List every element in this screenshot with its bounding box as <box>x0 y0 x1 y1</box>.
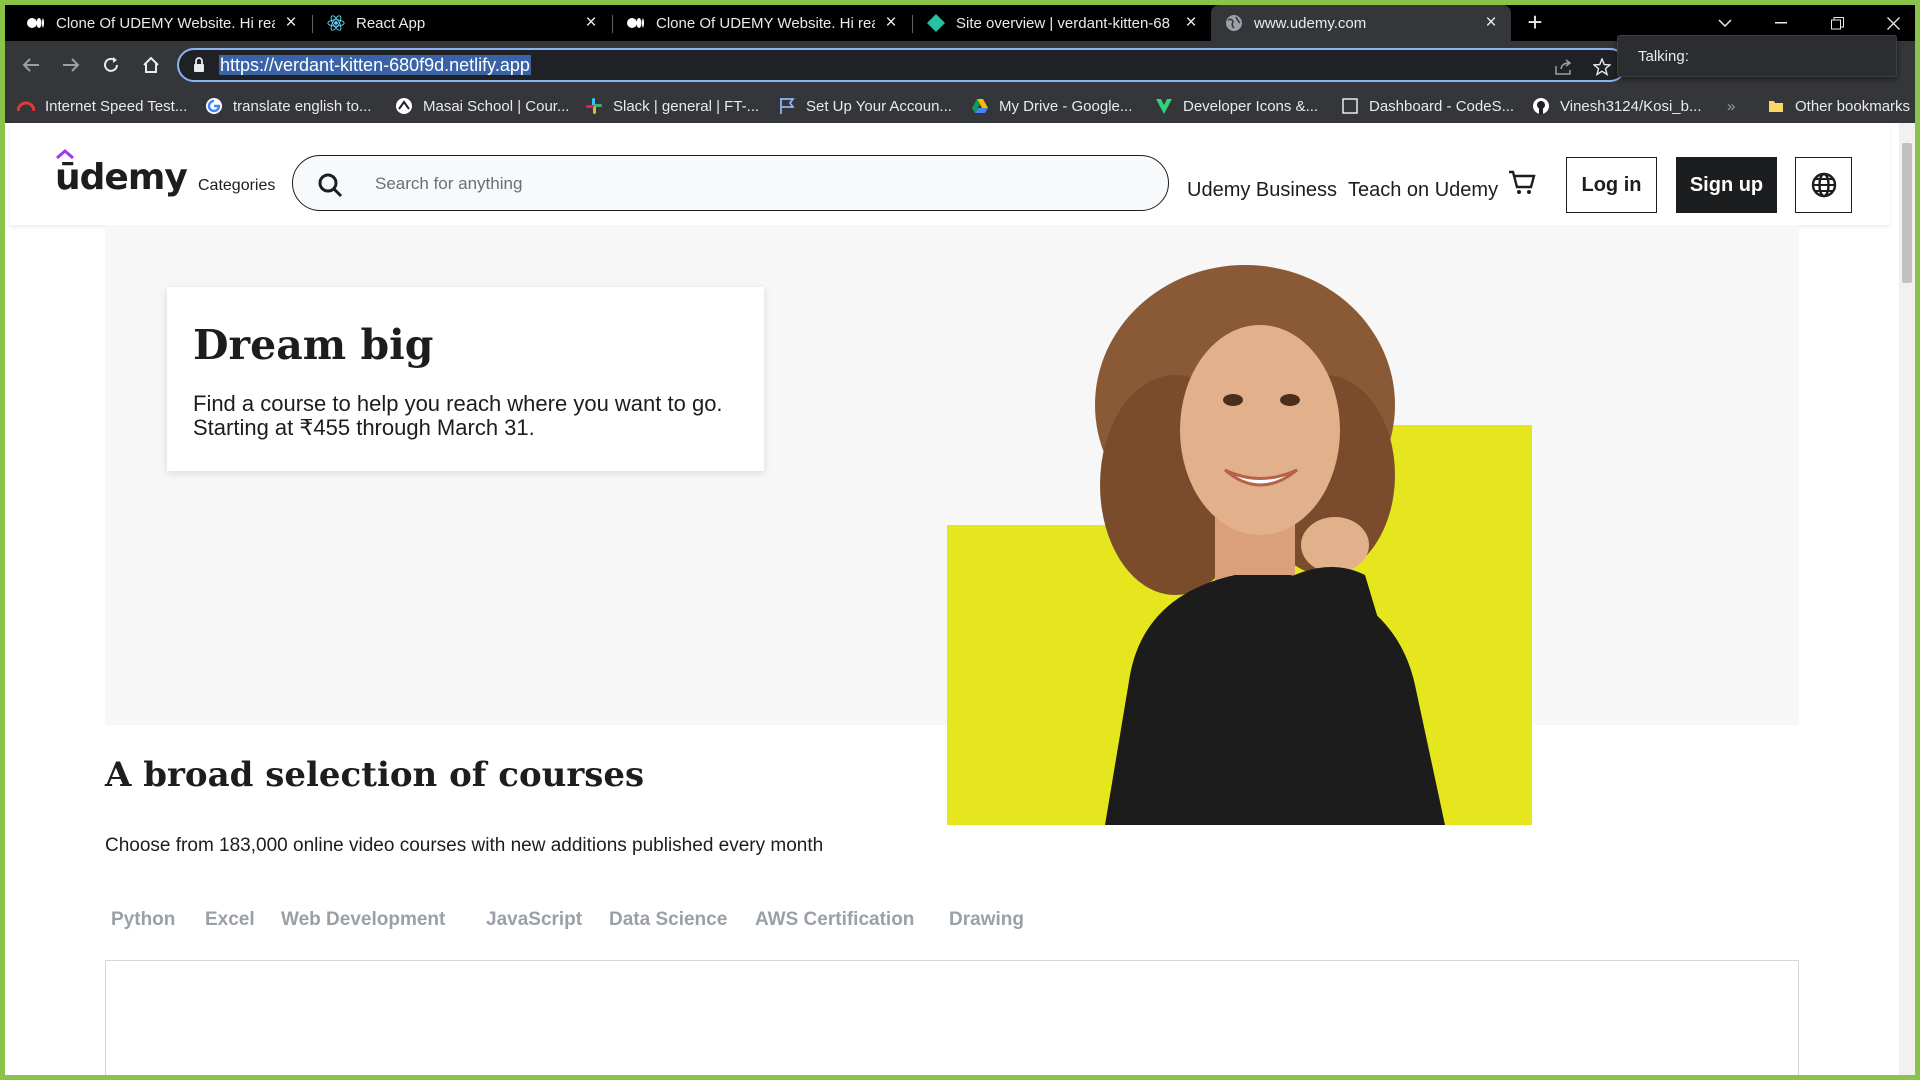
home-icon[interactable] <box>137 51 165 79</box>
hero-text-line1: Find a course to help you reach where yo… <box>193 391 723 416</box>
course-panel <box>105 960 1799 1075</box>
scrollbar-thumb[interactable] <box>1902 143 1912 283</box>
hero-person-illustration <box>1095 265 1445 825</box>
tab-title: Clone Of UDEMY Website. Hi rea <box>56 14 275 32</box>
tab-drawing[interactable]: Drawing <box>949 909 1024 931</box>
bookmark-item[interactable]: Slack | general | FT-... <box>585 89 759 123</box>
close-tab-icon[interactable]: × <box>581 12 601 33</box>
react-icon <box>327 14 345 32</box>
bookmark-item[interactable]: Masai School | Cour... <box>395 89 569 123</box>
forward-arrow-icon[interactable] <box>57 51 85 79</box>
bookmark-item[interactable]: translate english to... <box>205 89 371 123</box>
star-icon[interactable] <box>1591 56 1613 78</box>
google-icon <box>205 97 223 115</box>
bookmark-label: Dashboard - CodeS... <box>1369 97 1515 115</box>
bookmarks-overflow-icon[interactable]: » <box>1727 89 1735 123</box>
bookmark-label: Set Up Your Accoun... <box>806 97 952 115</box>
bookmark-label: Other bookmarks <box>1795 97 1911 115</box>
tab-python[interactable]: Python <box>111 909 175 931</box>
globe-icon <box>1811 172 1836 198</box>
slack-icon <box>585 97 603 115</box>
reload-icon[interactable] <box>97 51 125 79</box>
bookmark-label: Developer Icons &... <box>1183 97 1319 115</box>
masai-icon <box>395 97 413 115</box>
shopping-cart-icon[interactable] <box>1507 169 1537 202</box>
udemy-business-link[interactable]: Udemy Business <box>1187 179 1337 202</box>
bookmark-label: My Drive - Google... <box>999 97 1133 115</box>
page-scrollbar[interactable] <box>1899 123 1915 1075</box>
tab-title: www.udemy.com <box>1254 14 1367 32</box>
other-bookmarks[interactable]: Other bookmarks <box>1767 89 1910 123</box>
bookmark-label: Masai School | Cour... <box>423 97 570 115</box>
logo-text: ūdemy <box>55 157 188 198</box>
hero-card: Dream big Find a course to help you reac… <box>167 287 764 471</box>
close-tab-icon[interactable]: × <box>281 12 301 33</box>
page-icon <box>1341 97 1359 115</box>
hero-title: Dream big <box>193 321 434 369</box>
speedtest-icon <box>17 97 35 115</box>
netlify-icon <box>927 14 945 32</box>
hero-text-line2: Starting at ₹455 through March 31. <box>193 415 535 440</box>
medium-icon <box>27 14 45 32</box>
teach-on-udemy-link[interactable]: Teach on Udemy <box>1348 179 1498 202</box>
close-tab-icon[interactable]: × <box>1481 12 1501 33</box>
login-button[interactable]: Log in <box>1566 157 1657 213</box>
tab-udemy-active[interactable]: www.udemy.com × <box>1211 5 1511 41</box>
address-bar[interactable]: https://verdant-kitten-680f9d.netlify.ap… <box>177 48 1627 82</box>
tab-excel[interactable]: Excel <box>205 909 255 931</box>
tab-medium-1[interactable]: Clone Of UDEMY Website. Hi rea × <box>13 5 311 41</box>
flag-icon <box>778 97 796 115</box>
udemy-logo[interactable]: ūdemy <box>55 149 188 198</box>
close-tab-icon[interactable]: × <box>881 12 901 33</box>
github-icon <box>1532 97 1550 115</box>
search-bar[interactable] <box>292 155 1169 211</box>
bookmark-item[interactable]: Internet Speed Test... <box>17 89 187 123</box>
devicons-icon <box>1155 97 1173 115</box>
tab-react-app[interactable]: React App × <box>313 5 611 41</box>
tab-data-science[interactable]: Data Science <box>609 909 727 931</box>
bookmark-item[interactable]: My Drive - Google... <box>971 89 1132 123</box>
tab-javascript[interactable]: JavaScript <box>486 909 582 931</box>
medium-icon <box>627 14 645 32</box>
tab-title: React App <box>356 14 426 32</box>
bookmark-label: Internet Speed Test... <box>45 97 188 115</box>
browser-window: Clone Of UDEMY Website. Hi rea × React A… <box>5 5 1915 1075</box>
language-globe-button[interactable] <box>1795 157 1852 213</box>
folder-icon <box>1767 97 1785 115</box>
bookmark-item[interactable]: Developer Icons &... <box>1155 89 1318 123</box>
lock-icon <box>193 57 205 78</box>
search-input[interactable] <box>375 170 1135 198</box>
section-title: A broad selection of courses <box>105 755 645 795</box>
page-viewport: ūdemy Categories Udemy Business Teach on… <box>5 123 1915 1075</box>
globe-icon <box>1225 14 1243 32</box>
tab-medium-2[interactable]: Clone Of UDEMY Website. Hi rea × <box>613 5 911 41</box>
bookmarks-bar: Internet Speed Test... translate english… <box>5 89 1915 123</box>
close-tab-icon[interactable]: × <box>1181 12 1201 33</box>
url-text[interactable]: https://verdant-kitten-680f9d.netlify.ap… <box>219 55 531 75</box>
bookmark-item[interactable]: Dashboard - CodeS... <box>1341 89 1514 123</box>
back-arrow-icon[interactable] <box>17 51 45 79</box>
share-icon[interactable] <box>1553 56 1575 78</box>
bookmark-label: translate english to... <box>233 97 372 115</box>
new-tab-button[interactable]: + <box>1521 9 1549 35</box>
tooltip-talking: Talking: <box>1617 35 1897 77</box>
bookmark-item[interactable]: Vinesh3124/Kosi_b... <box>1532 89 1702 123</box>
search-icon[interactable] <box>317 172 343 203</box>
drive-icon <box>971 97 989 115</box>
bookmark-label: Slack | general | FT-... <box>613 97 760 115</box>
logo-hat-icon <box>56 149 74 159</box>
signup-button[interactable]: Sign up <box>1676 157 1777 213</box>
tab-web-development[interactable]: Web Development <box>281 909 445 931</box>
tab-title: Clone Of UDEMY Website. Hi rea <box>656 14 875 32</box>
categories-menu[interactable]: Categories <box>198 177 275 195</box>
hero-banner: Dream big Find a course to help you reac… <box>105 225 1799 825</box>
tab-aws-certification[interactable]: AWS Certification <box>755 909 914 931</box>
tab-title: Site overview | verdant-kitten-68 <box>956 14 1170 32</box>
tab-netlify[interactable]: Site overview | verdant-kitten-68 × <box>913 5 1211 41</box>
section-subtitle: Choose from 183,000 online video courses… <box>105 835 824 856</box>
site-header: ūdemy Categories Udemy Business Teach on… <box>10 123 1890 225</box>
bookmark-item[interactable]: Set Up Your Accoun... <box>778 89 952 123</box>
bookmark-label: Vinesh3124/Kosi_b... <box>1560 97 1702 115</box>
